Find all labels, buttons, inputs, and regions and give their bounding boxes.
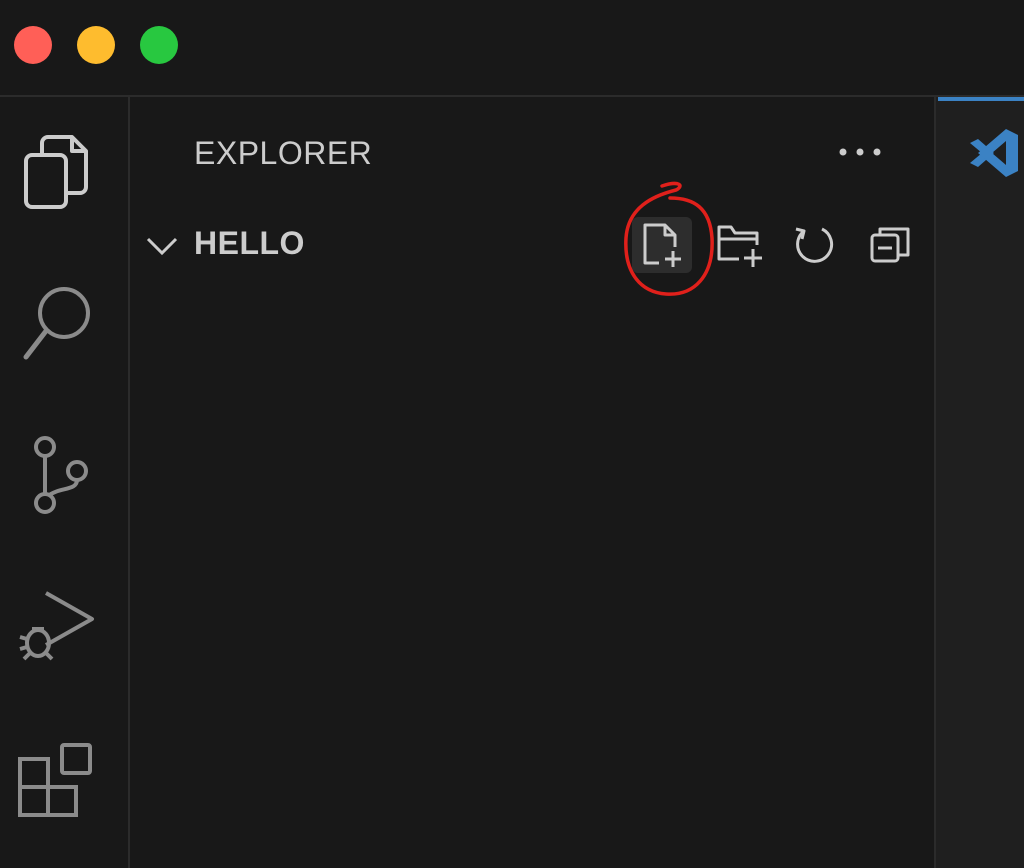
run-debug-activity-button[interactable] xyxy=(14,583,98,667)
extensions-icon xyxy=(18,743,92,817)
workspace-folder-name: HELLO xyxy=(194,225,305,261)
maximize-button[interactable] xyxy=(140,26,178,64)
new-folder-icon xyxy=(717,225,762,267)
search-icon xyxy=(23,287,90,360)
collapse-all-button[interactable] xyxy=(860,217,920,273)
more-actions-button[interactable] xyxy=(830,127,890,177)
run-debug-icon xyxy=(19,591,94,661)
sidebar-title: EXPLORER xyxy=(194,135,373,171)
files-icon xyxy=(24,135,88,209)
activity-bar xyxy=(0,97,130,868)
refresh-icon xyxy=(795,227,834,263)
source-control-activity-button[interactable] xyxy=(14,433,98,517)
chevron-down-icon xyxy=(146,237,178,256)
collapse-all-icon xyxy=(870,227,910,263)
vscode-window: EXPLORER HELLO xyxy=(0,0,1024,868)
new-file-button[interactable] xyxy=(632,217,692,273)
vscode-logo xyxy=(970,129,1018,177)
new-folder-button[interactable] xyxy=(710,217,770,273)
explorer-activity-button[interactable] xyxy=(14,131,98,215)
minimize-button[interactable] xyxy=(77,26,115,64)
editor-area xyxy=(934,97,1024,868)
explorer-sidebar: EXPLORER HELLO xyxy=(130,97,934,868)
refresh-button[interactable] xyxy=(784,217,844,273)
workspace-folder-header[interactable]: HELLO xyxy=(130,217,934,273)
close-button[interactable] xyxy=(14,26,52,64)
title-bar xyxy=(0,0,1024,97)
new-file-icon xyxy=(643,223,681,267)
ellipsis-icon xyxy=(839,148,881,156)
search-activity-button[interactable] xyxy=(14,281,98,365)
extensions-activity-button[interactable] xyxy=(14,737,98,821)
editor-tab-accent xyxy=(938,97,1024,101)
source-control-icon xyxy=(34,436,88,514)
